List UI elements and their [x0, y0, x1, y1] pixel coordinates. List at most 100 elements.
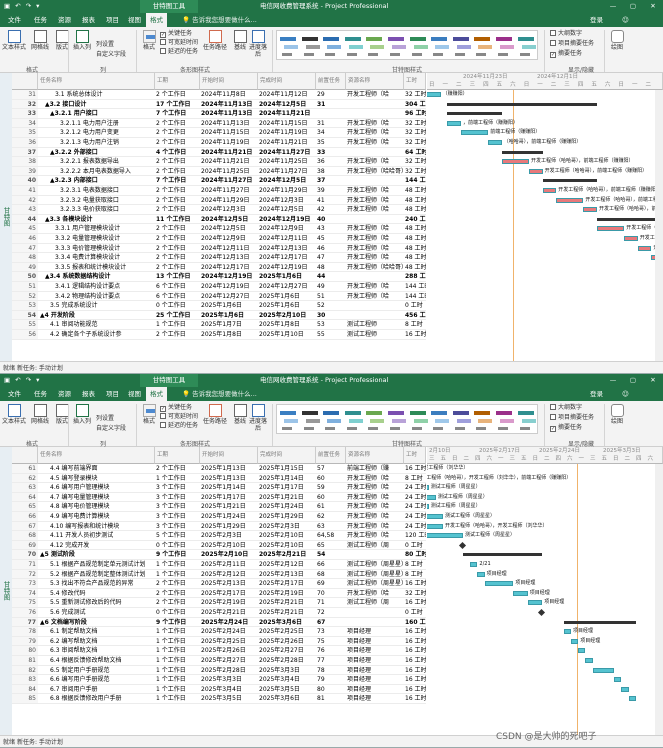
gantt-style-swatch[interactable] [452, 408, 473, 432]
gantt-style-swatch[interactable] [301, 34, 322, 58]
task-bar[interactable] [583, 207, 597, 213]
task-bar[interactable] [501, 159, 529, 165]
hdr-pred[interactable]: 前置任务 [316, 73, 346, 90]
task-row[interactable]: 47 3.3.3 电价管理模块设计 2 个工作日 2024年12月11日 2024年12… [12, 243, 426, 254]
column-settings-button[interactable]: 列设置 [96, 41, 114, 49]
task-row[interactable]: 80 6.3 审阅帮助文档 1 个工作日 2025年2月26日 2025年2月27日 76… [12, 646, 426, 656]
task-row[interactable]: 63 4.6 编写用户管理模块 3 个工作日 2025年1月14日 2025年1月17日… [12, 483, 426, 493]
hdr-resource[interactable]: 资源名称 [346, 447, 404, 464]
hdr-finish[interactable]: 完成时间 [258, 73, 316, 90]
gantt-style-swatch[interactable] [365, 408, 386, 432]
summary-bar[interactable] [597, 217, 663, 221]
task-row[interactable]: 32 ▲3.2 接口设计 17 个工作日 2024年11月13日 2024年12月5日 3… [12, 99, 426, 110]
summary-bar[interactable] [542, 179, 597, 183]
tab-1[interactable]: 任务 [30, 13, 51, 27]
task-row[interactable]: 74 5.4 修改代码 2 个工作日 2025年2月17日 2025年2月19日 70 开发… [12, 588, 426, 599]
task-path-button[interactable]: 任务路径 [202, 30, 228, 51]
milestone-marker[interactable] [538, 608, 546, 617]
critical-tasks-checkbox[interactable]: ✓ 关键任务 [160, 30, 192, 38]
custom-fields-button[interactable]: 自定义字段 [96, 425, 126, 433]
task-row[interactable]: 31 3.1 系统总体设计 2 个工作日 2024年11月8日 2024年11月12日 2… [12, 90, 426, 100]
task-row[interactable]: 65 4.8 编写电价管理模块 3 个工作日 2025年1月21日 2025年1月24日… [12, 502, 426, 512]
task-bar[interactable] [427, 494, 436, 500]
task-row[interactable]: 37 ▲3.2.2 外部接口 4 个工作日 2024年11月21日 2024年11月27… [12, 147, 426, 158]
task-row[interactable]: 82 6.5 制定用户手册规范 1 个工作日 2025年2月28日 2025年3月3日 7… [12, 665, 426, 676]
task-row[interactable]: 44 ▲3.3 各模块设计 11 个工作日 2024年12月5日 2024年12月19日… [12, 214, 426, 225]
new-task-mode[interactable]: 新任务: 手动计划 [17, 739, 63, 746]
gridlines-button[interactable]: 网格线 [28, 30, 52, 51]
undo-icon[interactable]: ↶ [15, 376, 20, 384]
task-bar[interactable] [484, 581, 514, 587]
gantt-style-swatch[interactable] [495, 408, 516, 432]
hdr-resource[interactable]: 资源名称 [346, 73, 404, 90]
task-bar[interactable] [427, 523, 443, 529]
task-row[interactable]: 81 6.4 根据反馈修改帮助文档 1 个工作日 2025年2月27日 2025年2月2… [12, 656, 426, 666]
task-bar[interactable] [447, 120, 461, 126]
close-button[interactable]: ✕ [643, 374, 663, 387]
tab-5[interactable]: 视图 [124, 387, 145, 401]
share-icon[interactable]: ☺ [622, 387, 629, 401]
gridlines-button[interactable]: 网格线 [28, 404, 52, 425]
milestone-marker[interactable] [458, 541, 467, 549]
task-row[interactable]: 69 4.12 完成开发 0 个工作日 2025年2月10日 2025年2月10日 65 测… [12, 540, 426, 551]
task-bar[interactable] [628, 696, 636, 702]
hdr-work[interactable]: 工时 [404, 447, 426, 464]
task-row[interactable]: 84 6.7 审阅用户手册 1 个工作日 2025年3月4日 2025年3月5日 80 项目… [12, 684, 426, 695]
hdr-work[interactable]: 工时 [404, 73, 426, 90]
hdr-start[interactable]: 开始时间 [200, 73, 258, 90]
task-row[interactable]: 41 3.2.3.1 电表数据接口 2 个工作日 2024年11月27日 2024年11… [12, 186, 426, 196]
gantt-style-swatch[interactable] [452, 34, 473, 58]
task-row[interactable]: 85 6.8 根据反馈修改用户手册 1 个工作日 2025年3月5日 2025年3月6日… [12, 694, 426, 704]
task-row[interactable]: 64 4.7 编写电量管理模块 3 个工作日 2025年1月17日 2025年1月21日… [12, 492, 426, 503]
task-row[interactable]: 53 3.5 完成系统设计 0 个工作日 2025年1月6日 2025年1月6日 52 0 … [12, 301, 426, 311]
tab-3[interactable]: 报表 [78, 13, 99, 27]
signin-link[interactable]: 登录 [590, 387, 603, 401]
gantt-style-swatch[interactable] [322, 408, 343, 432]
save-icon[interactable]: ▣ [4, 2, 10, 10]
gantt-style-swatch[interactable] [387, 408, 408, 432]
task-row[interactable]: 71 5.1 根据产品规范制定单元测试计划 1 个工作日 2025年2月11日 2025… [12, 560, 426, 570]
hdr-pred[interactable]: 前置任务 [316, 447, 346, 464]
gantt-style-swatch[interactable] [279, 408, 300, 432]
task-bar[interactable] [427, 485, 429, 491]
tab-4[interactable]: 项目 [102, 13, 123, 27]
minimize-button[interactable]: — [603, 0, 623, 13]
new-task-mode[interactable]: 新任务: 手动计划 [17, 365, 63, 372]
tell-me-search[interactable]: 💡 告诉我您想要做什么... [182, 14, 292, 26]
minimize-button[interactable]: — [603, 374, 623, 387]
tab-6[interactable]: 格式 [146, 387, 167, 401]
gantt-style-swatch[interactable] [344, 34, 365, 58]
task-bar[interactable] [597, 226, 625, 232]
slippage-button[interactable]: 进度落后 [248, 404, 268, 432]
customize-icon[interactable]: ▾ [36, 2, 39, 10]
task-row[interactable]: 46 3.3.2 电量管理模块设计 2 个工作日 2024年12月9日 2024年12月… [12, 234, 426, 244]
task-bar[interactable] [624, 236, 638, 241]
hdr-duration[interactable]: 工期 [155, 447, 200, 464]
task-row[interactable]: 49 3.3.5 报表和统计模块设计 2 个工作日 2024年12月17日 2024年1… [12, 262, 426, 273]
task-bar[interactable] [614, 677, 622, 683]
task-bar[interactable] [592, 667, 615, 673]
gantt-style-swatch[interactable] [409, 34, 430, 58]
gantt-style-swatch[interactable] [409, 408, 430, 432]
task-bar[interactable] [637, 245, 652, 251]
summary-bar[interactable] [463, 553, 543, 557]
redo-icon[interactable]: ↷ [26, 2, 31, 10]
summary-bar[interactable] [563, 620, 636, 624]
gantt-style-swatch[interactable] [473, 34, 494, 58]
task-bar[interactable] [427, 92, 441, 97]
outline-number-checkbox[interactable]: 大纲数字 [550, 30, 582, 38]
task-row[interactable]: 43 3.2.3.3 电价获取接口 2 个工作日 2024年12月3日 2024年12月… [12, 205, 426, 215]
vertical-scrollbar[interactable] [655, 464, 663, 735]
task-row[interactable]: 35 3.2.1.2 电力用户变更 2 个工作日 2024年11月15日 2024年11… [12, 128, 426, 138]
custom-fields-button[interactable]: 自定义字段 [96, 51, 126, 59]
slack-checkbox[interactable]: 可宽延时间 [160, 39, 198, 47]
redo-icon[interactable]: ↷ [26, 376, 31, 384]
task-row[interactable]: 68 4.11 开发人员初步测试 5 个工作日 2025年2月3日 2025年2月10日… [12, 531, 426, 541]
slack-checkbox[interactable]: 可宽延时间 [160, 413, 198, 421]
task-bar[interactable] [563, 629, 571, 635]
task-bar[interactable] [527, 600, 543, 606]
task-row[interactable]: 79 6.2 编写帮助文档 1 个工作日 2025年2月25日 2025年2月26日 75… [12, 636, 426, 647]
maximize-button[interactable]: ▢ [623, 0, 643, 13]
task-row[interactable]: 83 6.6 编写用户手册规范 1 个工作日 2025年3月3日 2025年3月4日 79… [12, 675, 426, 685]
hdr-finish[interactable]: 完成时间 [258, 447, 316, 464]
